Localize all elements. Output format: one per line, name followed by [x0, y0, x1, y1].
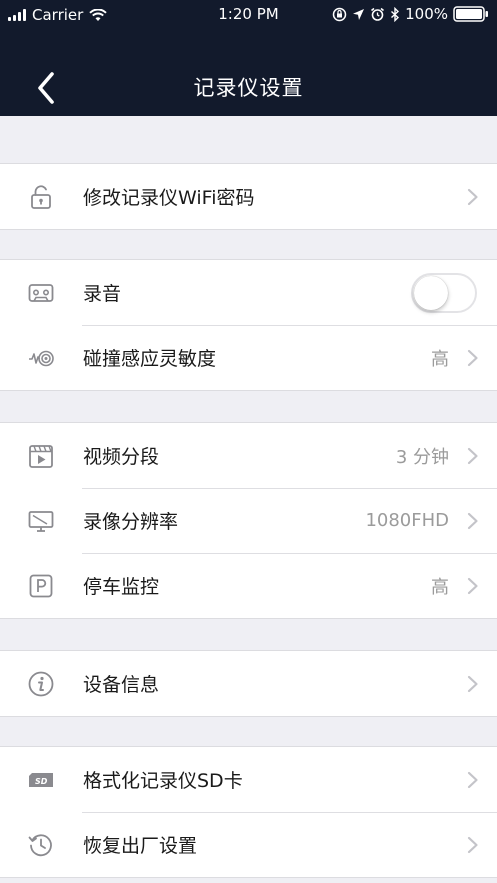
row-value: 1080FHD — [365, 510, 449, 531]
row-audio-recording: 录音 — [0, 260, 497, 325]
history-icon — [27, 831, 55, 859]
row-label: 碰撞感应灵敏度 — [83, 348, 217, 370]
row-label: 录音 — [83, 283, 122, 305]
row-device-info[interactable]: 设备信息 — [0, 651, 497, 716]
toggle-knob — [414, 275, 448, 310]
settings-group-recording: 录音 碰撞感应灵敏度 高 — [0, 259, 497, 391]
page-title: 记录仪设置 — [193, 76, 304, 100]
lock-icon — [27, 183, 55, 211]
settings-group-video: 视频分段 3 分钟 录像分辨率 1080FHD 停车监控 高 — [0, 422, 497, 619]
chevron-right-icon — [467, 512, 478, 529]
sd-card-icon: SD — [27, 766, 55, 794]
row-collision-sensitivity[interactable]: 碰撞感应灵敏度 高 — [0, 325, 497, 390]
row-label: 视频分段 — [83, 446, 160, 468]
row-label: 停车监控 — [83, 576, 160, 598]
row-value: 高 — [431, 348, 449, 370]
settings-group-device: 设备信息 — [0, 650, 497, 717]
orientation-lock-icon — [332, 7, 347, 21]
battery-percent: 100% — [405, 5, 448, 23]
status-right: 100% — [332, 5, 489, 23]
row-label: 格式化记录仪SD卡 — [83, 770, 243, 792]
chevron-right-icon — [467, 188, 478, 205]
chevron-right-icon — [467, 577, 478, 594]
row-value: 3 分钟 — [395, 446, 449, 468]
cassette-icon — [27, 279, 55, 307]
row-change-wifi-password[interactable]: 修改记录仪WiFi密码 — [0, 164, 497, 229]
alarm-icon — [371, 7, 385, 21]
navigation-bar: 记录仪设置 — [0, 30, 497, 116]
collision-sensor-icon — [27, 344, 55, 372]
row-label: 设备信息 — [83, 674, 160, 696]
row-value: 高 — [431, 576, 449, 598]
chevron-right-icon — [467, 836, 478, 853]
parking-icon — [27, 572, 55, 600]
chevron-right-icon — [467, 771, 478, 788]
row-label: 恢复出厂设置 — [83, 835, 198, 857]
row-video-segment[interactable]: 视频分段 3 分钟 — [0, 423, 497, 488]
row-label: 录像分辨率 — [83, 511, 179, 533]
row-video-resolution[interactable]: 录像分辨率 1080FHD — [0, 488, 497, 553]
settings-group-wifi: 修改记录仪WiFi密码 — [0, 163, 497, 230]
video-clapper-icon — [27, 442, 55, 470]
battery-icon — [453, 6, 488, 22]
info-icon — [27, 670, 55, 698]
monitor-icon — [27, 507, 55, 535]
chevron-right-icon — [467, 447, 478, 464]
row-format-sd-card[interactable]: SD 格式化记录仪SD卡 — [0, 747, 497, 812]
audio-recording-toggle[interactable] — [411, 272, 477, 313]
chevron-right-icon — [467, 349, 478, 366]
status-bar: Carrier 1:20 PM 100% — [0, 0, 497, 30]
svg-text:SD: SD — [35, 777, 48, 786]
settings-group-maintenance: SD 格式化记录仪SD卡 恢复出厂设置 — [0, 746, 497, 878]
row-parking-monitor[interactable]: 停车监控 高 — [0, 553, 497, 618]
location-icon — [353, 8, 365, 20]
row-label: 修改记录仪WiFi密码 — [83, 187, 255, 209]
bluetooth-icon — [391, 6, 400, 22]
row-factory-reset[interactable]: 恢复出厂设置 — [0, 812, 497, 877]
chevron-right-icon — [467, 675, 478, 692]
